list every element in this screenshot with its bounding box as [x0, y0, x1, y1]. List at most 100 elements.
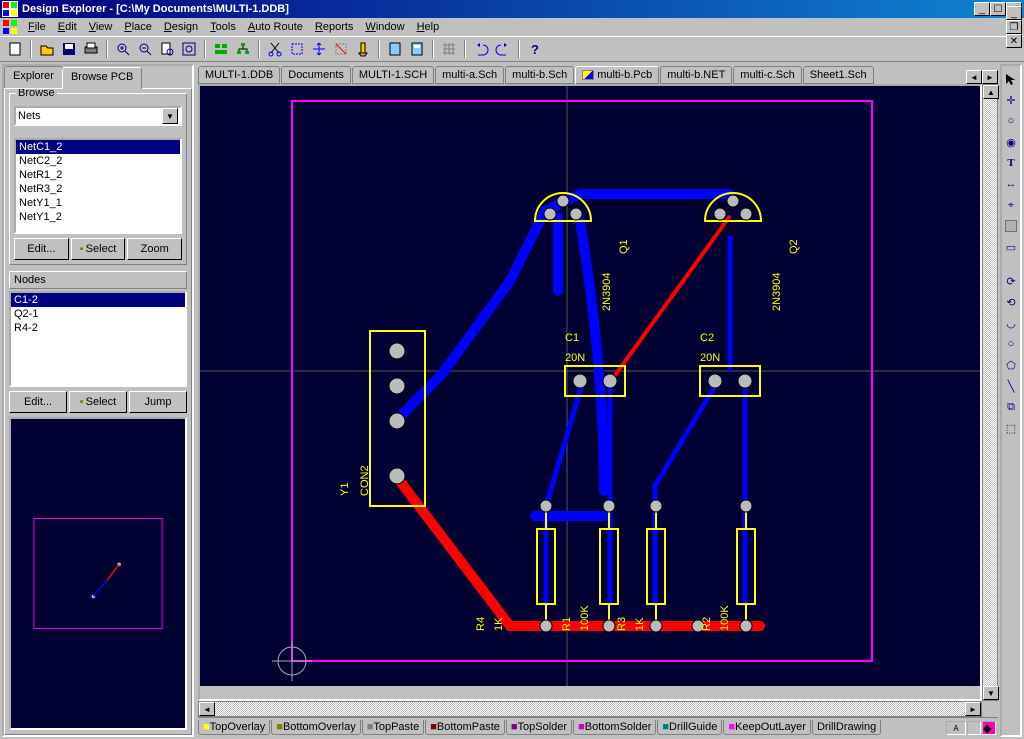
doc-tab[interactable]: Documents	[281, 66, 351, 84]
deselect-icon[interactable]	[330, 38, 352, 60]
list-item[interactable]: NetY1_1	[16, 196, 180, 210]
layer-tab[interactable]: ■DrillGuide	[657, 720, 722, 735]
circle-icon[interactable]: ○	[1002, 335, 1020, 353]
fill-icon[interactable]	[1002, 217, 1020, 235]
list-item[interactable]: NetR3_2	[16, 182, 180, 196]
menu-help[interactable]: Help	[417, 21, 440, 33]
scroll-right-button[interactable]: ►	[965, 702, 981, 716]
node-icon[interactable]: ○	[1002, 112, 1020, 130]
selection-icon[interactable]	[286, 38, 308, 60]
list-item[interactable]: R4-2	[11, 321, 185, 335]
menu-file[interactable]: File	[28, 21, 46, 33]
pointer-icon[interactable]	[1002, 70, 1020, 88]
pcb-canvas[interactable]: Y1 CON2 Q1 2N3904 Q2 2N3904 C1 20N	[198, 84, 982, 701]
scroll-left-button[interactable]: ◄	[199, 702, 215, 716]
minimap[interactable]	[9, 417, 187, 730]
arc-icon[interactable]: ◡	[1002, 314, 1020, 332]
zoom-in-icon[interactable]	[112, 38, 134, 60]
move-icon[interactable]	[308, 38, 330, 60]
coord-icon[interactable]: ⌖	[1002, 196, 1020, 214]
layer-tab[interactable]: ■TopPaste	[362, 720, 425, 735]
line-icon[interactable]: ╲	[1002, 377, 1020, 395]
horizontal-scrollbar[interactable]: ◄ ►	[198, 701, 982, 717]
nets-list[interactable]: NetC1_2 NetC2_2 NetR1_2 NetR3_2 NetY1_1 …	[14, 138, 182, 234]
copy-icon[interactable]: ⧉	[1002, 398, 1020, 416]
scroll-up-button[interactable]: ▲	[983, 85, 999, 99]
layer-tab[interactable]: ■BottomPaste	[425, 720, 505, 735]
new-icon[interactable]	[4, 38, 26, 60]
menu-tools[interactable]: Tools	[210, 21, 236, 33]
scroll-down-button[interactable]: ▼	[983, 686, 999, 700]
menu-view[interactable]: View	[89, 21, 113, 33]
lib2-icon[interactable]	[406, 38, 428, 60]
dropdown-icon[interactable]: ▼	[162, 108, 178, 124]
rect-icon[interactable]: ▭	[1002, 238, 1020, 256]
list-item[interactable]: C1-2	[11, 293, 185, 307]
doc-tab[interactable]: multi-a.Sch	[435, 66, 504, 84]
mdi-minimize-button[interactable]: _	[1006, 6, 1022, 20]
arc-cw-icon[interactable]: ⟳	[1002, 272, 1020, 290]
menu-window[interactable]: Window	[365, 21, 404, 33]
list-item[interactable]: NetC2_2	[16, 154, 180, 168]
crosshair-icon[interactable]: ✛	[1002, 91, 1020, 109]
zoom-button[interactable]: Zoom	[127, 238, 182, 260]
browse-combo[interactable]: Nets ▼	[14, 106, 182, 126]
print-icon[interactable]	[80, 38, 102, 60]
mdi-close-button[interactable]: ✕	[1006, 34, 1022, 48]
menu-autoroute[interactable]: Auto Route	[248, 21, 303, 33]
doc-tab[interactable]: multi-b.Sch	[505, 66, 574, 84]
menu-reports[interactable]: Reports	[315, 21, 354, 33]
help-icon[interactable]: ?	[524, 38, 546, 60]
tabs-scroll-left[interactable]: ◄	[966, 70, 982, 84]
doc-tab[interactable]: MULTI-1.DDB	[198, 66, 280, 84]
menu-design[interactable]: Design	[164, 21, 198, 33]
hierarchy-icon[interactable]	[232, 38, 254, 60]
poly-icon[interactable]: ⬠	[1002, 356, 1020, 374]
undo-icon[interactable]	[470, 38, 492, 60]
cut-icon[interactable]	[264, 38, 286, 60]
vertical-scrollbar[interactable]: ▲ ▼	[982, 84, 998, 701]
menu-edit[interactable]: Edit	[58, 21, 77, 33]
layer-tab[interactable]: ■TopSolder	[506, 720, 572, 735]
list-item[interactable]: NetC1_2	[16, 140, 180, 154]
doc-tab[interactable]: multi-c.Sch	[733, 66, 801, 84]
layer-tab[interactable]: ■KeepOutLayer	[723, 720, 811, 735]
doc-tab[interactable]: multi-b.NET	[660, 66, 732, 84]
layer-tab[interactable]: ■BottomOverlay	[271, 720, 360, 735]
zoom-doc-icon[interactable]	[156, 38, 178, 60]
dimension-icon[interactable]: ↔	[1002, 175, 1020, 193]
grid-icon[interactable]	[438, 38, 460, 60]
maximize-button[interactable]: ☐	[990, 2, 1006, 16]
redo-icon[interactable]	[492, 38, 514, 60]
tab-explorer[interactable]: Explorer	[4, 66, 63, 88]
zoom-out-icon[interactable]	[134, 38, 156, 60]
list-item[interactable]: NetR1_2	[16, 168, 180, 182]
doc-tab[interactable]: MULTI-1.SCH	[352, 66, 434, 84]
arc-ccw-icon[interactable]: ⟲	[1002, 293, 1020, 311]
doc-tab[interactable]: Sheet1.Sch	[803, 66, 874, 84]
clear-icon[interactable]	[352, 38, 374, 60]
nodes-jump-button[interactable]: Jump	[129, 391, 187, 413]
edit-button[interactable]: Edit...	[14, 238, 69, 260]
layer-tab[interactable]: ■TopOverlay	[198, 720, 270, 735]
place-icon[interactable]: ⬚	[1002, 419, 1020, 437]
save-icon[interactable]	[58, 38, 80, 60]
via-icon[interactable]: ◉	[1002, 133, 1020, 151]
list-item[interactable]: Q2-1	[11, 307, 185, 321]
layer-tab[interactable]: DrillDrawing	[812, 720, 881, 735]
list-item[interactable]: NetY1_2	[16, 210, 180, 224]
tabs-scroll-right[interactable]: ►	[982, 70, 998, 84]
nodes-list[interactable]: C1-2 Q2-1 R4-2	[9, 291, 187, 387]
doc-tab-active[interactable]: multi-b.Pcb	[575, 66, 659, 84]
layer-tab[interactable]: ■BottomSolder	[573, 720, 656, 735]
mdi-restore-button[interactable]: ❐	[1006, 20, 1022, 34]
text-icon[interactable]: T	[1002, 154, 1020, 172]
lib1-icon[interactable]	[384, 38, 406, 60]
select-button[interactable]: ▪Select	[71, 238, 126, 260]
nodes-select-button[interactable]: ▪Select	[69, 391, 127, 413]
minimize-button[interactable]: _	[974, 2, 990, 16]
menu-place[interactable]: Place	[124, 21, 152, 33]
tab-browse-pcb[interactable]: Browse PCB	[62, 67, 142, 89]
nodes-edit-button[interactable]: Edit...	[9, 391, 67, 413]
browse-icon[interactable]	[210, 38, 232, 60]
